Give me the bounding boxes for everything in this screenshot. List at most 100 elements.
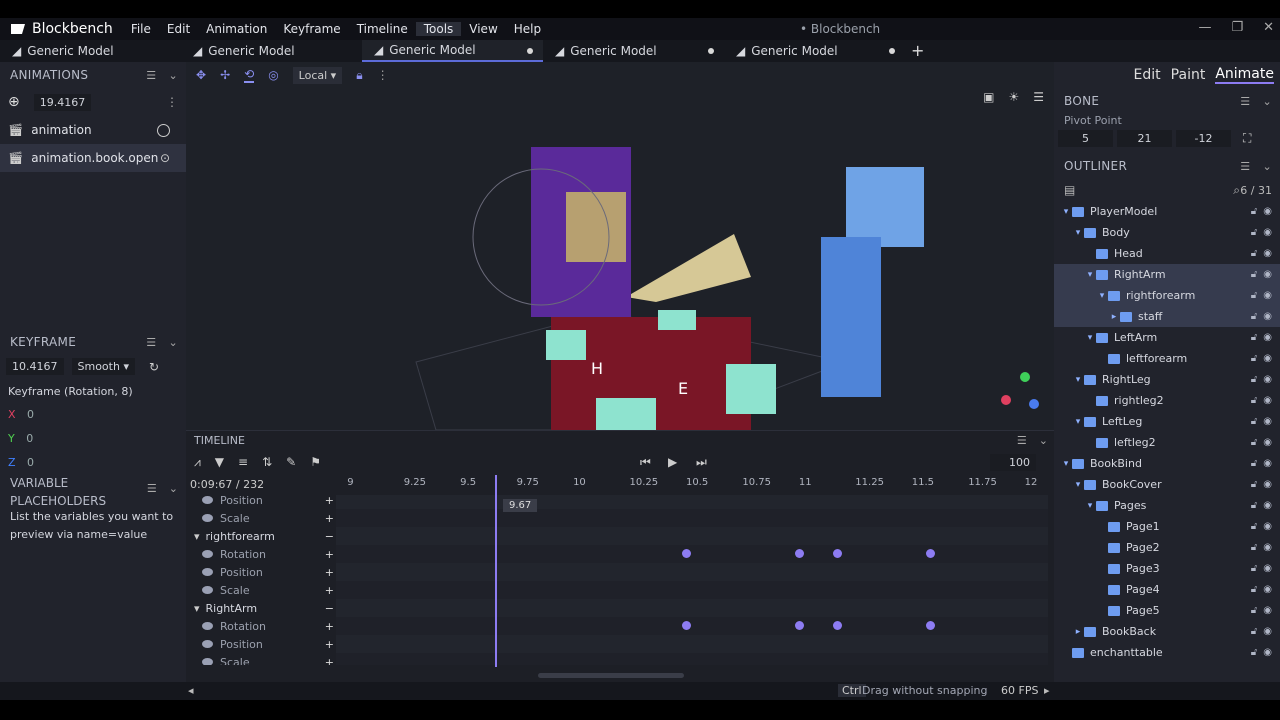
- chevron-down-icon[interactable]: ▾: [194, 602, 200, 615]
- timeline-track[interactable]: [336, 495, 1048, 509]
- lock-icon[interactable]: 🔓︎: [1251, 227, 1257, 238]
- x-value[interactable]: 0: [27, 408, 34, 421]
- eye-icon[interactable]: ◉: [1263, 311, 1272, 322]
- pivot-x-input[interactable]: 5: [1058, 130, 1113, 147]
- add-group-icon[interactable]: ▤: [1064, 183, 1075, 197]
- outliner-item[interactable]: Page2 🔓︎ ◉: [1054, 537, 1280, 558]
- timeline-channel-row[interactable]: Scale +: [186, 509, 336, 527]
- outliner-item[interactable]: ▾ LeftArm 🔓︎ ◉: [1054, 327, 1280, 348]
- lock-icon[interactable]: 🔓︎: [1251, 605, 1257, 616]
- menu-icon[interactable]: ☰: [146, 69, 156, 82]
- timeline-ruler[interactable]: 9 9.25 9.5 9.75 10 10.25 10.5 10.75 11 11.25 11.5 1…: [336, 475, 1054, 493]
- eye-icon[interactable]: ◉: [1263, 563, 1272, 574]
- chevron-icon[interactable]: ▾: [1060, 459, 1072, 469]
- playhead[interactable]: [495, 475, 497, 667]
- outliner-item[interactable]: ▾ RightArm 🔓︎ ◉: [1054, 264, 1280, 285]
- eye-icon[interactable]: ◉: [1263, 626, 1272, 637]
- lock-icon[interactable]: 🔓︎: [1251, 542, 1257, 553]
- y-value[interactable]: 0: [26, 432, 33, 445]
- outliner-item[interactable]: ▾ rightforearm 🔓︎ ◉: [1054, 285, 1280, 306]
- menu-help[interactable]: Help: [506, 22, 549, 36]
- lock-icon[interactable]: 🔓︎: [1251, 374, 1257, 385]
- eye-icon[interactable]: ◉: [1263, 458, 1272, 469]
- menu-tools[interactable]: Tools: [415, 22, 462, 36]
- outliner-item[interactable]: ▾ LeftLeg 🔓︎ ◉: [1054, 411, 1280, 432]
- chevron-down-icon[interactable]: ⌄: [1039, 434, 1048, 447]
- eye-icon[interactable]: ◉: [1263, 521, 1272, 532]
- outliner-item[interactable]: leftleg2 🔓︎ ◉: [1054, 432, 1280, 453]
- chevron-down-icon[interactable]: ⌄: [168, 336, 178, 349]
- eye-icon[interactable]: ◉: [1263, 605, 1272, 616]
- more-icon[interactable]: ⋮: [166, 95, 178, 109]
- menu-file[interactable]: File: [123, 22, 159, 36]
- timeline-bone-row[interactable]: ▾ rightforearm −: [186, 527, 336, 545]
- collapse-left-icon[interactable]: ◂: [188, 684, 194, 697]
- menu-icon[interactable]: ☰: [1017, 434, 1027, 447]
- outliner-item[interactable]: ▾ PlayerModel 🔓︎ ◉: [1054, 201, 1280, 222]
- skip-back-icon[interactable]: ⏮︎: [640, 455, 651, 470]
- timeline-track[interactable]: [336, 527, 1048, 545]
- keyframe-marker[interactable]: [681, 549, 691, 558]
- outliner-item[interactable]: Page5 🔓︎ ◉: [1054, 600, 1280, 621]
- timeline-track[interactable]: [336, 635, 1048, 653]
- radio-icon[interactable]: [157, 123, 170, 137]
- menu-icon[interactable]: ☰: [1240, 95, 1250, 108]
- lock-icon[interactable]: 🔓︎: [1251, 332, 1257, 343]
- keyframe-marker[interactable]: [925, 549, 935, 558]
- outliner-item[interactable]: leftforearm 🔓︎ ◉: [1054, 348, 1280, 369]
- eye-icon[interactable]: [202, 640, 213, 648]
- chevron-down-icon[interactable]: ⌄: [168, 69, 178, 82]
- axis-x-icon[interactable]: [1001, 395, 1011, 405]
- sort-icon[interactable]: ⇅: [262, 455, 272, 469]
- eye-icon[interactable]: [202, 622, 213, 630]
- menu-keyframe[interactable]: Keyframe: [275, 22, 348, 36]
- playback-speed-input[interactable]: 100: [990, 453, 1036, 471]
- play-circle-icon[interactable]: ⊙: [160, 151, 170, 165]
- timeline-tracks[interactable]: [336, 495, 1048, 665]
- horizontal-scrollbar[interactable]: [538, 673, 684, 678]
- graph-editor-icon[interactable]: ⩘: [194, 455, 201, 470]
- keyframe-marker[interactable]: [794, 549, 804, 558]
- chevron-icon[interactable]: ▾: [1096, 291, 1108, 301]
- chevron-down-icon[interactable]: ⌄: [1262, 160, 1272, 173]
- timeline-track[interactable]: [336, 617, 1048, 635]
- eye-icon[interactable]: ◉: [1263, 206, 1272, 217]
- lock-icon[interactable]: 🔓︎: [1251, 290, 1257, 301]
- eye-icon[interactable]: ◉: [1263, 269, 1272, 280]
- lock-icon[interactable]: 🔓︎: [1251, 647, 1257, 658]
- timeline-channel-row[interactable]: Scale +: [186, 653, 336, 665]
- pencil-icon[interactable]: ✎: [286, 455, 296, 469]
- axis-y-icon[interactable]: [1020, 372, 1030, 382]
- add-keyframe-icon[interactable]: +: [325, 495, 334, 507]
- reset-icon[interactable]: ↻: [149, 360, 159, 374]
- outliner-item[interactable]: ▾ RightLeg 🔓︎ ◉: [1054, 369, 1280, 390]
- menu-icon[interactable]: ☰: [146, 336, 156, 349]
- keyframe-marker[interactable]: [794, 621, 804, 630]
- lock-icon[interactable]: 🔓︎: [1251, 521, 1257, 532]
- eye-icon[interactable]: ◉: [1263, 374, 1272, 385]
- lock-icon[interactable]: 🔓︎: [1251, 269, 1257, 280]
- interpolation-select[interactable]: Smooth ▾: [71, 358, 135, 375]
- tab-generic-model-4[interactable]: ◢ Generic Model: [543, 40, 724, 62]
- outliner-item[interactable]: Head 🔓︎ ◉: [1054, 243, 1280, 264]
- eye-icon[interactable]: ◉: [1263, 290, 1272, 301]
- skip-forward-icon[interactable]: ⏭︎: [696, 455, 707, 470]
- add-keyframe-icon[interactable]: +: [325, 584, 334, 597]
- timeline-track[interactable]: [336, 545, 1048, 563]
- lock-icon[interactable]: 🔓︎: [1251, 416, 1257, 427]
- timeline-channel-row[interactable]: Scale +: [186, 581, 336, 599]
- eye-icon[interactable]: ◉: [1263, 584, 1272, 595]
- eye-icon[interactable]: ◉: [1263, 500, 1272, 511]
- lock-icon[interactable]: 🔓︎: [1251, 584, 1257, 595]
- outliner-item[interactable]: Page3 🔓︎ ◉: [1054, 558, 1280, 579]
- timeline-track[interactable]: [336, 599, 1048, 617]
- chevron-icon[interactable]: ▾: [1072, 375, 1084, 385]
- mode-animate[interactable]: Animate: [1215, 66, 1274, 84]
- add-animation-icon[interactable]: ⊕: [8, 94, 20, 110]
- flag-icon[interactable]: ⚑: [310, 455, 321, 469]
- menu-view[interactable]: View: [461, 22, 505, 36]
- outliner-item[interactable]: enchanttable 🔓︎ ◉: [1054, 642, 1280, 663]
- chevron-icon[interactable]: ▾: [1084, 270, 1096, 280]
- chevron-icon[interactable]: ▾: [1084, 501, 1096, 511]
- tab-generic-model-3[interactable]: ◢ Generic Model: [362, 40, 543, 62]
